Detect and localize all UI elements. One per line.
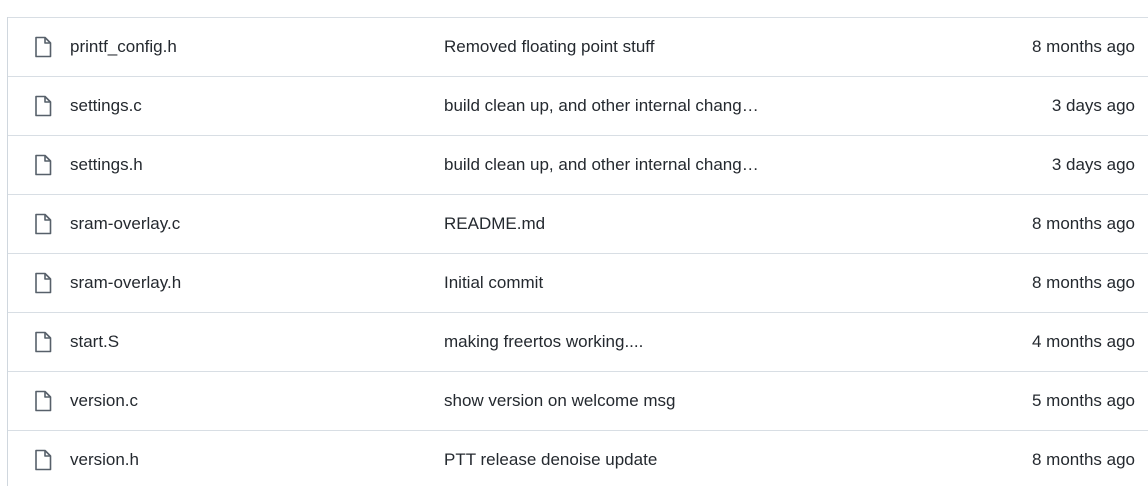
commit-message-link[interactable]: build clean up, and other internal chang… [444, 96, 759, 116]
file-name-link[interactable]: start.S [70, 332, 119, 352]
file-name-link[interactable]: settings.h [70, 155, 143, 175]
file-row[interactable]: printf_config.h Removed floating point s… [8, 17, 1148, 76]
commit-age: 8 months ago [1031, 273, 1135, 292]
commit-message-link[interactable]: README.md [444, 214, 545, 234]
commit-message-link[interactable]: show version on welcome msg [444, 391, 675, 411]
file-row[interactable]: start.S making freertos working.... 4 mo… [8, 312, 1148, 371]
file-name-link[interactable]: sram-overlay.h [70, 273, 181, 293]
file-row[interactable]: version.c show version on welcome msg 5 … [8, 371, 1148, 430]
file-row[interactable]: sram-overlay.h Initial commit 8 months a… [8, 253, 1148, 312]
file-name-link[interactable]: printf_config.h [70, 37, 177, 57]
file-name-link[interactable]: settings.c [70, 96, 142, 116]
file-icon [34, 36, 52, 58]
file-row[interactable]: sram-overlay.c README.md 8 months ago [8, 194, 1148, 253]
file-row[interactable]: settings.h build clean up, and other int… [8, 135, 1148, 194]
file-icon [34, 390, 52, 412]
file-icon [34, 449, 52, 471]
commit-age: 8 months ago [1031, 37, 1135, 56]
file-name-link[interactable]: version.c [70, 391, 138, 411]
file-list: printf_config.h Removed floating point s… [7, 17, 1148, 486]
commit-age: 5 months ago [1031, 391, 1135, 410]
file-icon [34, 95, 52, 117]
commit-age: 3 days ago [1051, 96, 1135, 115]
file-icon [34, 154, 52, 176]
file-name-link[interactable]: sram-overlay.c [70, 214, 180, 234]
file-row[interactable]: version.h PTT release denoise update 8 m… [8, 430, 1148, 489]
commit-age: 8 months ago [1031, 450, 1135, 469]
commit-age: 3 days ago [1051, 155, 1135, 174]
commit-message-link[interactable]: Initial commit [444, 273, 543, 293]
commit-message-link[interactable]: Removed floating point stuff [444, 37, 654, 57]
commit-message-link[interactable]: build clean up, and other internal chang… [444, 155, 759, 175]
file-row[interactable]: settings.c build clean up, and other int… [8, 76, 1148, 135]
commit-age: 4 months ago [1031, 332, 1135, 351]
file-icon [34, 331, 52, 353]
commit-message-link[interactable]: making freertos working.... [444, 332, 643, 352]
file-name-link[interactable]: version.h [70, 450, 139, 470]
commit-age: 8 months ago [1031, 214, 1135, 233]
file-icon [34, 272, 52, 294]
commit-message-link[interactable]: PTT release denoise update [444, 450, 657, 470]
file-icon [34, 213, 52, 235]
